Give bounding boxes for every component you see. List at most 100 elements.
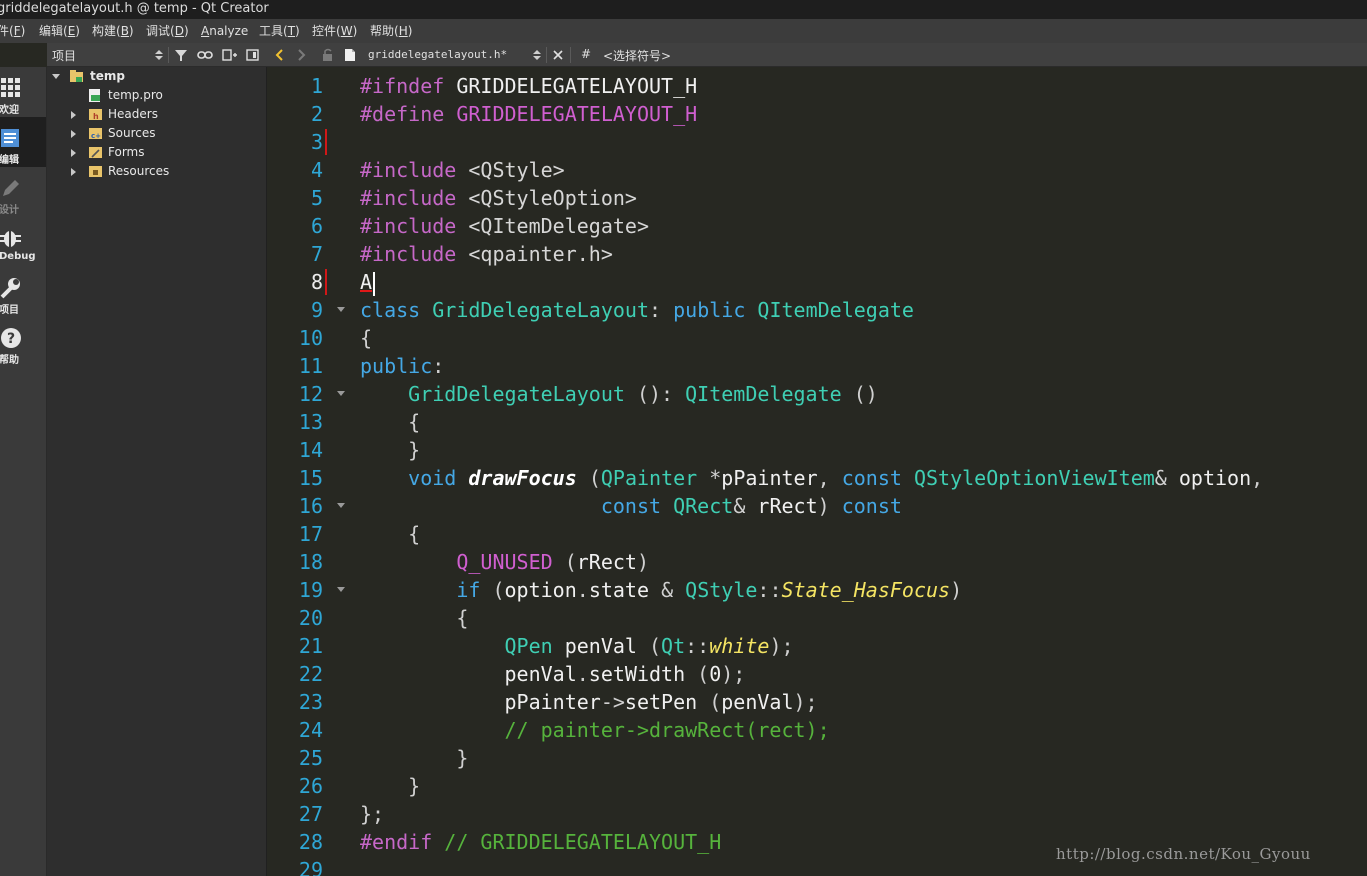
code-line[interactable]: } (360, 744, 468, 772)
line-number: 13 (298, 410, 323, 434)
line-number: 1 (310, 74, 323, 98)
code-token: <QStyleOption> (468, 186, 637, 210)
menu-help[interactable]: 帮助(H) (370, 19, 412, 43)
code-editor[interactable]: 1 2 3 4 5 6 7 8 9 10 11 12 13 14 15 16 17 18 19 20 21 22 23 24 2… (267, 67, 1367, 876)
line-number: 12 (298, 382, 323, 406)
code-token: ( (709, 690, 722, 714)
selector-updown-icon[interactable] (155, 50, 163, 60)
code-line[interactable]: if (option.state & QStyle::State_HasFocu… (360, 576, 962, 604)
code-line[interactable]: QPen penVal (Qt::white); (360, 632, 794, 660)
watermark-text: http://blog.csdn.net/Kou_Gyouu (1056, 845, 1311, 863)
code-line[interactable]: #include <QStyleOption> (360, 184, 637, 212)
menu-widgets[interactable]: 控件(W) (312, 19, 357, 43)
mode-help[interactable]: ? 帮助 (0, 317, 46, 367)
menu-build[interactable]: 构建(B) (92, 19, 134, 43)
code-line[interactable]: { (360, 324, 372, 352)
code-token: void (408, 466, 457, 490)
code-line[interactable]: #include <QStyle> (360, 156, 565, 184)
line-number: 6 (310, 214, 323, 238)
back-arrow-icon[interactable] (275, 49, 283, 61)
code-line[interactable]: #include <qpainter.h> (360, 240, 613, 268)
editor-toolbar: griddelegatelayout.h* # <选择符号> (267, 43, 1367, 67)
code-token: ); (721, 662, 746, 686)
fold-marker-icon[interactable] (337, 391, 345, 396)
collapsed-arrow-icon[interactable] (71, 168, 76, 176)
expanded-arrow-icon[interactable] (52, 74, 60, 79)
bug-icon (0, 231, 21, 247)
grid-icon (1, 78, 20, 97)
fold-marker-icon[interactable] (337, 307, 345, 312)
code-token: , (1251, 466, 1264, 490)
split-icon[interactable] (222, 48, 238, 62)
code-line[interactable]: GridDelegateLayout (): QItemDelegate () (360, 380, 878, 408)
code-line[interactable]: A (360, 268, 376, 296)
mode-edit[interactable]: 编辑 (0, 117, 46, 167)
mode-debug[interactable]: Debug (0, 217, 46, 267)
fold-marker-icon[interactable] (337, 503, 345, 508)
code-line[interactable]: { (360, 408, 420, 436)
code-token: A (360, 270, 373, 294)
code-line[interactable]: // painter->drawRect(rect); (360, 716, 830, 744)
line-number: 10 (298, 326, 323, 350)
code-token: const (841, 466, 902, 490)
code-line[interactable]: const QRect& rRect) const (360, 492, 902, 520)
code-token: } (408, 774, 421, 798)
file-selector-updown-icon[interactable] (533, 50, 541, 60)
project-view-selector[interactable]: 项目 (52, 47, 76, 64)
code-line[interactable]: } (360, 772, 420, 800)
code-token: <QItemDelegate> (468, 214, 649, 238)
mode-welcome[interactable]: 欢迎 (0, 67, 46, 117)
open-file-name[interactable]: griddelegatelayout.h* (368, 48, 507, 61)
collapsed-arrow-icon[interactable] (71, 149, 76, 157)
code-line[interactable]: #include <QItemDelegate> (360, 212, 649, 240)
code-line[interactable]: Q_UNUSED (rRect) (360, 548, 649, 576)
line-number: 14 (298, 438, 323, 462)
close-sidebar-icon[interactable] (246, 48, 260, 62)
code-line[interactable]: }; (360, 800, 384, 828)
code-line[interactable]: public: (360, 352, 444, 380)
code-token: #define (360, 102, 445, 126)
code-token: drawFocus (468, 466, 577, 490)
menu-debug[interactable]: 调试(D) (146, 19, 189, 43)
line-number: 3 (310, 130, 323, 154)
code-token: <qpainter.h> (468, 242, 613, 266)
menu-edit[interactable]: 编辑(E) (39, 19, 80, 43)
symbol-selector[interactable]: <选择符号> (603, 47, 671, 64)
code-line[interactable]: penVal.setWidth (0); (360, 660, 745, 688)
line-number: 19 (298, 578, 323, 602)
link-icon[interactable] (197, 48, 213, 62)
code-line[interactable]: } (360, 436, 420, 464)
code-line[interactable]: #define GRIDDELEGATELAYOUT_H (360, 100, 697, 128)
menu-file[interactable]: 件(F) (0, 19, 25, 43)
code-token: ); (769, 634, 794, 658)
code-line[interactable]: void drawFocus (QPainter *pPainter, cons… (360, 464, 1263, 492)
menu-tools[interactable]: 工具(T) (259, 19, 300, 43)
filter-icon[interactable] (174, 48, 188, 62)
mode-projects[interactable]: 项目 (0, 267, 46, 317)
code-line[interactable]: class GridDelegateLayout: public QItemDe… (360, 296, 914, 324)
tree-item-label: temp.pro (108, 88, 163, 102)
mode-label: 帮助 (0, 355, 19, 366)
forward-arrow-icon[interactable] (298, 49, 306, 61)
code-line[interactable]: { (360, 604, 468, 632)
code-token: GRIDDELEGATELAYOUT_H (444, 74, 698, 98)
code-token: ( (564, 550, 577, 574)
mode-design[interactable]: 设计 (0, 167, 46, 217)
close-file-icon[interactable] (553, 50, 563, 60)
lock-icon[interactable] (322, 48, 334, 62)
code-line[interactable]: #endif // GRIDDELEGATELAYOUT_H (360, 828, 721, 856)
fold-marker-icon[interactable] (337, 587, 345, 592)
code-token: #include (360, 214, 457, 238)
code-line[interactable]: #ifndef GRIDDELEGATELAYOUT_H (360, 72, 697, 100)
code-token: rRect (757, 494, 818, 518)
collapsed-arrow-icon[interactable] (71, 130, 76, 138)
code-token: . (576, 662, 589, 686)
code-line[interactable]: pPainter->setPen (penVal); (360, 688, 817, 716)
collapsed-arrow-icon[interactable] (71, 111, 76, 119)
menu-analyze[interactable]: Analyze (201, 19, 248, 43)
code-line[interactable]: { (360, 520, 420, 548)
